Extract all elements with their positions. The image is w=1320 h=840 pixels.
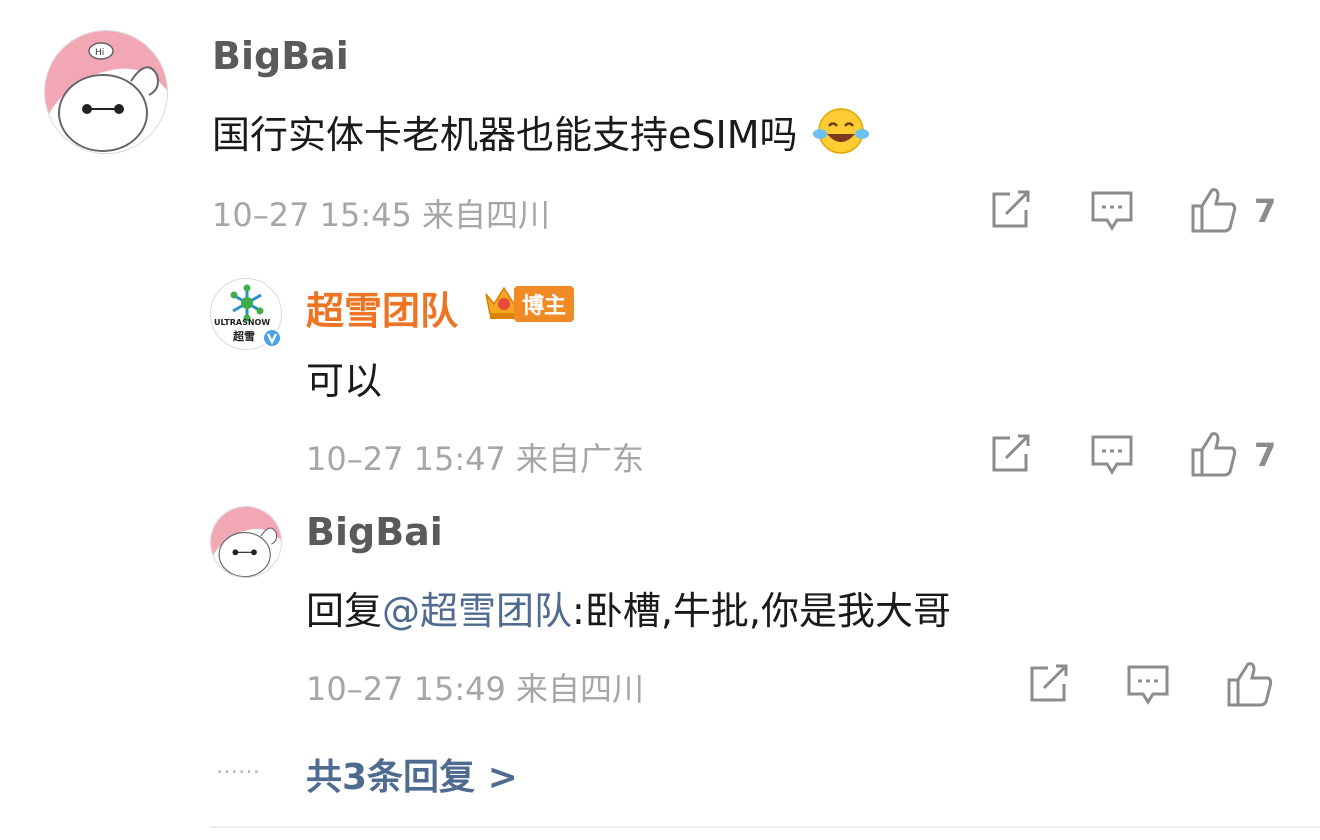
repost-icon	[992, 434, 1030, 472]
divider	[210, 826, 1320, 828]
laugh-cry-emoji-icon	[812, 106, 870, 165]
comment-username[interactable]: BigBai	[212, 34, 349, 78]
reply1-like-count: 7	[1254, 436, 1277, 474]
reply1-like-button[interactable]	[1190, 430, 1238, 478]
reply2-comment-button[interactable]	[1126, 664, 1170, 706]
verified-badge-icon	[262, 328, 282, 348]
svg-text:Hi: Hi	[95, 48, 104, 58]
reply2-text-content: :卧槽,牛批,你是我大哥	[572, 589, 951, 633]
blogger-badge: 博主	[514, 286, 575, 322]
reply1-text: 可以	[306, 359, 383, 403]
comment-text-content: 国行实体卡老机器也能支持eSIM吗	[212, 113, 798, 157]
comment-meta: 10–27 15:45 来自四川	[212, 196, 551, 234]
repost-icon	[992, 190, 1030, 228]
reply1-meta: 10–27 15:47 来自广东	[306, 440, 645, 478]
comment-icon	[1091, 435, 1133, 475]
comment-icon	[1127, 665, 1169, 705]
thumbs-up-icon	[1191, 432, 1237, 477]
comment-text: 国行实体卡老机器也能支持eSIM吗	[212, 104, 870, 165]
baymax-avatar-icon: Hi	[45, 31, 167, 153]
avatar-brand-sub: 超雪	[233, 330, 255, 343]
repost-icon	[1030, 664, 1068, 702]
reply2-meta: 10–27 15:49 来自四川	[306, 670, 645, 708]
thumbs-up-icon	[1191, 188, 1237, 233]
more-dots: ……	[216, 754, 260, 779]
reply2-like-button[interactable]	[1226, 660, 1274, 708]
thumbs-up-icon	[1227, 662, 1273, 707]
reply2-text: 回复@超雪团队:卧槽,牛批,你是我大哥	[306, 580, 951, 635]
reply2-username[interactable]: BigBai	[306, 510, 443, 554]
repost-button[interactable]	[988, 190, 1032, 230]
view-more-replies-link[interactable]: 共3条回复 >	[306, 748, 518, 800]
like-button[interactable]	[1190, 186, 1238, 234]
reply1-comment-button[interactable]	[1090, 434, 1134, 476]
reply-prefix: 回复	[306, 589, 383, 633]
like-count: 7	[1254, 192, 1277, 230]
comment-icon	[1091, 191, 1133, 231]
reply1-repost-button[interactable]	[988, 434, 1032, 474]
avatar[interactable]: Hi	[44, 30, 168, 154]
reply1-username[interactable]: 超雪团队	[306, 280, 458, 335]
reply2-repost-button[interactable]	[1026, 664, 1070, 704]
baymax-avatar-icon	[211, 507, 281, 577]
avatar-brand-text: ULTRASNOW	[214, 318, 271, 327]
reply2-avatar[interactable]	[210, 506, 282, 578]
comment-button[interactable]	[1090, 190, 1134, 232]
mention-link[interactable]: @超雪团队	[382, 589, 572, 633]
